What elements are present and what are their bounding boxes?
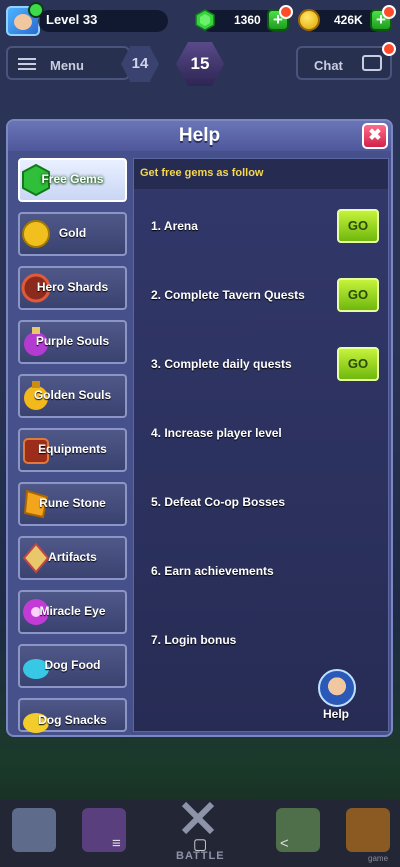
category-miracle-eye[interactable]: Miracle Eye bbox=[18, 590, 127, 634]
notification-dot bbox=[382, 42, 396, 56]
quest-item: 1. Arena bbox=[151, 219, 198, 233]
player-level: Level 33 bbox=[46, 12, 98, 27]
category-purple-souls[interactable]: Purple Souls bbox=[18, 320, 127, 364]
category-free-gems[interactable]: Free Gems bbox=[18, 158, 127, 202]
nav-chest-icon[interactable] bbox=[346, 808, 390, 852]
notification-dot bbox=[382, 5, 396, 19]
quest-item: 5. Defeat Co-op Bosses bbox=[151, 495, 286, 509]
watermark: game bbox=[368, 854, 389, 863]
category-label: Hero Shards bbox=[36, 280, 109, 294]
panel-header: Get free gems as follow bbox=[134, 159, 388, 189]
category-label: Dog Food bbox=[44, 658, 101, 672]
category-rune-stone[interactable]: Rune Stone bbox=[18, 482, 127, 526]
quest-item: 7. Login bonus bbox=[151, 633, 237, 647]
menu-button[interactable]: Menu bbox=[6, 46, 130, 80]
category-golden-souls[interactable]: Golden Souls bbox=[18, 374, 127, 418]
gem-count: 1360 bbox=[234, 13, 261, 27]
close-button[interactable]: ✖ bbox=[362, 123, 388, 149]
system-menu-icon[interactable]: ≡ bbox=[112, 835, 121, 852]
category-dog-food[interactable]: Dog Food bbox=[18, 644, 127, 688]
chat-label: Chat bbox=[314, 58, 343, 73]
category-label: Dog Snacks bbox=[38, 713, 107, 727]
category-hero-shards[interactable]: Hero Shards bbox=[18, 266, 127, 310]
chat-button[interactable]: Chat bbox=[296, 42, 396, 80]
category-equipments[interactable]: Equipments bbox=[18, 428, 127, 472]
gold-count: 426K bbox=[334, 13, 363, 27]
avatar-face bbox=[14, 14, 32, 30]
quest-item: 3. Complete daily quests bbox=[151, 357, 292, 371]
quest-item: 4. Increase player level bbox=[151, 426, 282, 440]
buy-gems-button[interactable]: + bbox=[267, 5, 293, 31]
category-dog-snacks[interactable]: Dog Snacks bbox=[18, 698, 127, 733]
content-panel: Get free gems as follow 1. Arena GO 2. C… bbox=[133, 158, 389, 732]
player-avatar[interactable] bbox=[6, 2, 44, 36]
hamburger-icon bbox=[18, 58, 36, 70]
category-label: Purple Souls bbox=[35, 334, 110, 348]
nav-hero-icon[interactable] bbox=[12, 808, 56, 852]
help-character-icon[interactable] bbox=[318, 669, 356, 707]
category-label: Free Gems bbox=[41, 172, 104, 186]
notification-dot bbox=[279, 5, 293, 19]
modal-header: Help ✖ bbox=[8, 121, 391, 151]
category-label: Rune Stone bbox=[39, 496, 106, 510]
quest-item: 2. Complete Tavern Quests bbox=[151, 288, 305, 302]
system-home-icon[interactable]: ▢ bbox=[193, 835, 207, 853]
category-label: Miracle Eye bbox=[39, 604, 106, 618]
category-label: Artifacts bbox=[48, 550, 97, 564]
gold-coin-icon bbox=[298, 9, 320, 31]
nav-battle-swords-icon[interactable] bbox=[176, 796, 220, 840]
go-button-daily-quests[interactable]: GO bbox=[337, 347, 379, 381]
category-artifacts[interactable]: Artifacts bbox=[18, 536, 127, 580]
category-label: Gold bbox=[58, 226, 87, 240]
category-gold[interactable]: Gold bbox=[18, 212, 127, 256]
system-back-icon[interactable]: < bbox=[280, 835, 289, 852]
help-modal: Help ✖ Free Gems Gold Hero Shards Purple… bbox=[6, 119, 393, 737]
modal-title: Help bbox=[178, 125, 221, 146]
buy-gold-button[interactable]: + bbox=[370, 5, 396, 31]
category-label: Golden Souls bbox=[33, 388, 112, 402]
menu-label: Menu bbox=[50, 58, 84, 73]
go-button-arena[interactable]: GO bbox=[337, 209, 379, 243]
quest-item: 6. Earn achievements bbox=[151, 564, 274, 578]
panel-heading: Get free gems as follow bbox=[140, 167, 264, 179]
chat-bubble-icon bbox=[362, 55, 382, 71]
top-bar: Level 33 1360 + 426K + bbox=[0, 0, 400, 42]
category-label: Equipments bbox=[38, 442, 107, 456]
help-label: Help bbox=[323, 707, 350, 721]
gem-icon bbox=[195, 9, 215, 31]
go-button-tavern-quests[interactable]: GO bbox=[337, 278, 379, 312]
